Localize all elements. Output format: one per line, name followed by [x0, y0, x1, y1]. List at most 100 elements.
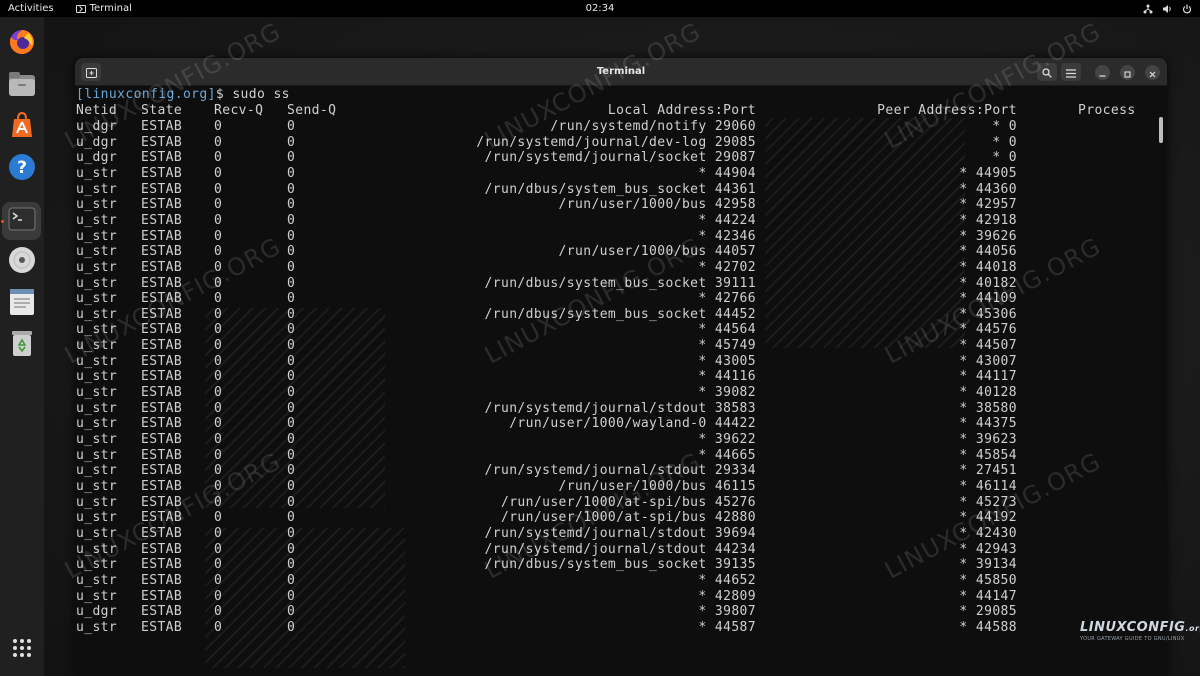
- cell-peer-address: * 0: [992, 150, 1017, 166]
- cell-netid: u_dgr: [76, 150, 118, 166]
- cell-send-q: 0: [287, 322, 296, 338]
- cell-peer-address: * 44576: [959, 322, 1017, 338]
- cell-netid: u_str: [76, 291, 118, 307]
- files-launcher[interactable]: [2, 67, 41, 105]
- cell-recv-q: 0: [214, 541, 223, 557]
- maximize-button[interactable]: [1120, 65, 1135, 80]
- terminal-launcher[interactable]: [2, 202, 41, 240]
- cell-send-q: 0: [287, 353, 296, 369]
- cell-recv-q: 0: [214, 588, 223, 604]
- cell-local-address: * 44904: [698, 165, 756, 181]
- minimize-icon: [1099, 63, 1106, 82]
- title-bar[interactable]: Terminal: [75, 58, 1167, 86]
- cell-netid: u_str: [76, 572, 118, 588]
- volume-icon: [1162, 4, 1173, 14]
- header-netid: Netid: [76, 103, 118, 118]
- header-recv-q: Recv-Q: [214, 103, 264, 118]
- cell-local-address: * 39082: [698, 385, 756, 401]
- cell-local-address: * 44665: [698, 447, 756, 463]
- firefox-icon: [8, 28, 36, 60]
- table-row: u_str ESTAB 0 0 * 44904 * 44905: [75, 166, 1167, 182]
- cell-send-q: 0: [287, 165, 296, 181]
- cell-netid: u_str: [76, 322, 118, 338]
- cell-recv-q: 0: [214, 557, 223, 573]
- search-button[interactable]: [1037, 63, 1057, 81]
- cell-local-address: /run/user/1000/at-spi/bus 42880: [500, 510, 756, 526]
- cell-send-q: 0: [287, 619, 296, 635]
- cell-send-q: 0: [287, 369, 296, 385]
- cell-state: ESTAB: [141, 150, 183, 166]
- cell-peer-address: * 46114: [959, 478, 1017, 494]
- cell-state: ESTAB: [141, 385, 183, 401]
- terminal-output[interactable]: [linuxconfig.org]$ sudo ss Netid State R…: [75, 86, 1167, 676]
- hamburger-icon: [1066, 63, 1076, 82]
- table-row: u_str ESTAB 0 0/run/dbus/system_bus_socket …: [75, 557, 1167, 573]
- cell-send-q: 0: [287, 259, 296, 275]
- cell-state: ESTAB: [141, 212, 183, 228]
- cell-state: ESTAB: [141, 275, 183, 291]
- firefox-launcher[interactable]: [2, 25, 41, 63]
- cell-netid: u_str: [76, 510, 118, 526]
- cell-send-q: 0: [287, 510, 296, 526]
- cell-recv-q: 0: [214, 212, 223, 228]
- cell-local-address: /run/systemd/journal/dev-log 29085: [476, 134, 756, 150]
- minimize-button[interactable]: [1095, 65, 1110, 80]
- cell-state: ESTAB: [141, 557, 183, 573]
- close-button[interactable]: [1145, 65, 1160, 80]
- clock-container: 02:34: [0, 3, 1200, 14]
- cell-recv-q: 0: [214, 494, 223, 510]
- cell-local-address: /run/dbus/system_bus_socket 39111: [484, 275, 756, 291]
- table-row: u_str ESTAB 0 0 * 44116 * 44117: [75, 369, 1167, 385]
- cell-recv-q: 0: [214, 306, 223, 322]
- cell-netid: u_dgr: [76, 134, 118, 150]
- cell-peer-address: * 39623: [959, 432, 1017, 447]
- files-icon: [8, 71, 36, 101]
- cell-local-address: /run/systemd/journal/socket 29087: [484, 150, 756, 166]
- cell-netid: u_str: [76, 557, 118, 573]
- cell-local-address: /run/user/1000/bus 44057: [558, 244, 756, 260]
- help-launcher[interactable]: ?: [2, 150, 41, 188]
- cell-send-q: 0: [287, 181, 296, 197]
- show-apps-icon: [12, 638, 32, 662]
- cell-peer-address: * 44905: [959, 165, 1017, 181]
- cell-state: ESTAB: [141, 463, 183, 479]
- scrollbar[interactable]: [1159, 117, 1163, 143]
- app-center-icon: [8, 111, 36, 143]
- app-menu[interactable]: Terminal: [75, 3, 132, 14]
- trash-icon: [10, 329, 34, 361]
- cell-send-q: 0: [287, 557, 296, 573]
- cell-peer-address: * 44192: [959, 510, 1017, 526]
- cell-peer-address: * 40128: [959, 385, 1017, 401]
- cell-netid: u_str: [76, 165, 118, 181]
- clock[interactable]: 02:34: [586, 3, 615, 14]
- cell-state: ESTAB: [141, 619, 183, 635]
- help-icon: ?: [8, 153, 36, 185]
- cell-local-address: /run/user/1000/wayland-0 44422: [509, 416, 756, 432]
- cell-netid: u_str: [76, 416, 118, 432]
- cell-local-address: * 39807: [698, 604, 756, 620]
- show-apps-button[interactable]: [2, 631, 41, 669]
- cell-peer-address: * 44375: [959, 416, 1017, 432]
- app-center-launcher[interactable]: [2, 108, 41, 146]
- trash-launcher[interactable]: [2, 326, 41, 364]
- table-row: u_str ESTAB 0 0/run/systemd/journal/stdout …: [75, 401, 1167, 417]
- cell-recv-q: 0: [214, 463, 223, 479]
- cell-peer-address: * 39626: [959, 228, 1017, 244]
- activities-button[interactable]: Activities: [0, 0, 62, 17]
- cell-send-q: 0: [287, 494, 296, 510]
- cell-peer-address: * 45850: [959, 572, 1017, 588]
- cell-peer-address: * 38580: [959, 400, 1017, 416]
- table-row: u_str ESTAB 0 0 * 44665 * 45854: [75, 448, 1167, 464]
- cell-local-address: * 43005: [698, 353, 756, 369]
- table-row: u_str ESTAB 0 0/run/systemd/journal/stdout …: [75, 463, 1167, 479]
- cell-state: ESTAB: [141, 541, 183, 557]
- cell-peer-address: * 29085: [959, 604, 1017, 620]
- text-editor-launcher[interactable]: [2, 285, 41, 323]
- disc-launcher[interactable]: [2, 243, 41, 281]
- menu-button[interactable]: [1061, 63, 1081, 81]
- cell-send-q: 0: [287, 588, 296, 604]
- cell-send-q: 0: [287, 478, 296, 494]
- dock: ?: [0, 17, 44, 676]
- system-tray[interactable]: [1143, 0, 1192, 17]
- cell-send-q: 0: [287, 400, 296, 416]
